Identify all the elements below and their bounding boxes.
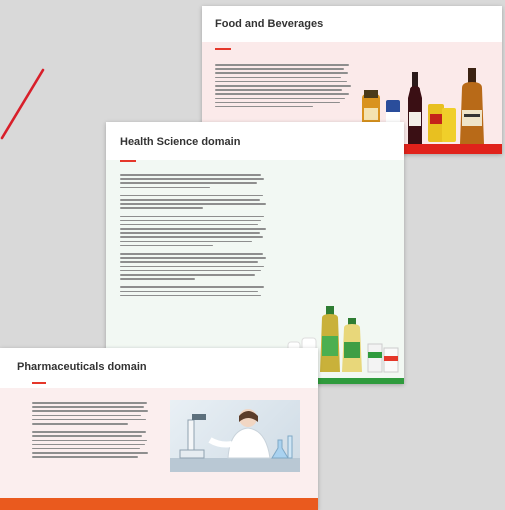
title-accent	[215, 48, 231, 50]
title-accent	[32, 382, 46, 384]
title-accent	[120, 160, 136, 162]
card-title: Pharmaceuticals domain	[17, 361, 147, 373]
pharma-color-band	[0, 498, 318, 510]
health-science-card[interactable]: Health Science domain	[106, 122, 404, 384]
pharmaceuticals-card[interactable]: Pharmaceuticals domain	[0, 348, 318, 510]
card-title: Food and Beverages	[215, 18, 324, 30]
decorative-red-stroke	[0, 68, 45, 140]
card-title: Health Science domain	[120, 136, 241, 148]
body-text-block	[32, 402, 152, 460]
body-text-block	[120, 174, 270, 299]
body-text-block	[215, 64, 355, 110]
scientist-microscope-illustration	[170, 409, 300, 472]
laboratory-photo	[170, 400, 300, 472]
